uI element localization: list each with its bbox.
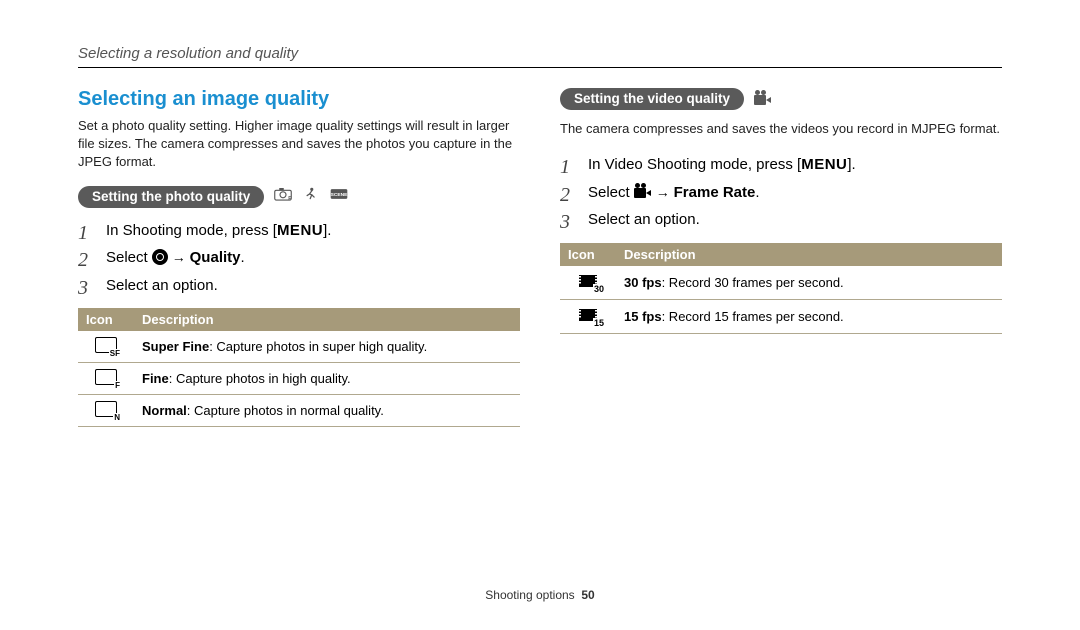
30fps-icon	[579, 272, 597, 290]
video-steps: In Video Shooting mode, press [MENU]. Se…	[560, 152, 1002, 233]
subheading-row: Setting the video quality	[560, 88, 1002, 110]
table-row: 30 fps: Record 30 frames per second.	[560, 266, 1002, 300]
running-mode-icon	[302, 187, 320, 206]
normal-icon	[95, 401, 117, 417]
table-header-description: Description	[134, 308, 520, 331]
table-header-icon: Icon	[560, 243, 616, 266]
superfine-icon	[95, 337, 117, 353]
breadcrumb: Selecting a resolution and quality	[78, 45, 1002, 62]
video-quality-pill: Setting the video quality	[560, 88, 744, 110]
video-intro: The camera compresses and saves the vide…	[560, 120, 1002, 138]
two-column-layout: Selecting an image quality Set a photo q…	[78, 88, 1002, 427]
intro-paragraph: Set a photo quality setting. Higher imag…	[78, 117, 520, 172]
15fps-icon	[579, 306, 597, 324]
table-header-icon: Icon	[78, 308, 134, 331]
page-number: 50	[581, 588, 594, 602]
camera-circle-icon	[152, 249, 168, 265]
step-3: Select an option.	[560, 207, 1002, 233]
table-row: Normal: Capture photos in normal quality…	[78, 395, 520, 427]
svg-text:P: P	[289, 196, 293, 201]
page-footer: Shooting options 50	[0, 588, 1080, 602]
video-mode-icon	[754, 93, 772, 105]
step-text: In Shooting mode, press [	[106, 222, 277, 239]
section-title: Selecting an image quality	[78, 88, 520, 111]
footer-section: Shooting options	[485, 588, 574, 602]
menu-button-label: MENU	[801, 156, 847, 173]
table-header-description: Description	[616, 243, 1002, 266]
right-column: Setting the video quality The camera com…	[560, 88, 1002, 427]
video-framerate-table: Icon Description 30 fps: Record 30 frame…	[560, 243, 1002, 334]
photo-quality-pill: Setting the photo quality	[78, 186, 264, 208]
step-1: In Shooting mode, press [MENU].	[78, 218, 520, 244]
manual-page: Selecting a resolution and quality Selec…	[0, 0, 1080, 630]
step-2: Select → Quality.	[78, 245, 520, 271]
scene-mode-icon: SCENE	[330, 187, 348, 206]
photo-steps: In Shooting mode, press [MENU]. Select →…	[78, 218, 520, 299]
divider	[78, 67, 1002, 68]
svg-text:SCENE: SCENE	[331, 192, 348, 198]
table-row: Super Fine: Capture photos in super high…	[78, 331, 520, 363]
video-camera-icon	[634, 186, 652, 198]
table-row: Fine: Capture photos in high quality.	[78, 363, 520, 395]
quality-option: Quality	[190, 249, 241, 266]
left-column: Selecting an image quality Set a photo q…	[78, 88, 520, 427]
step-1: In Video Shooting mode, press [MENU].	[560, 152, 1002, 178]
subheading-row: Setting the photo quality P SCENE	[78, 186, 520, 208]
photo-quality-table: Icon Description Super Fine: Capture pho…	[78, 308, 520, 427]
step-2: Select → Frame Rate.	[560, 180, 1002, 206]
table-row: 15 fps: Record 15 frames per second.	[560, 299, 1002, 333]
step-3: Select an option.	[78, 273, 520, 299]
framerate-option: Frame Rate	[674, 184, 756, 201]
camera-mode-icon: P	[274, 187, 292, 206]
fine-icon	[95, 369, 117, 385]
menu-button-label: MENU	[277, 222, 323, 239]
